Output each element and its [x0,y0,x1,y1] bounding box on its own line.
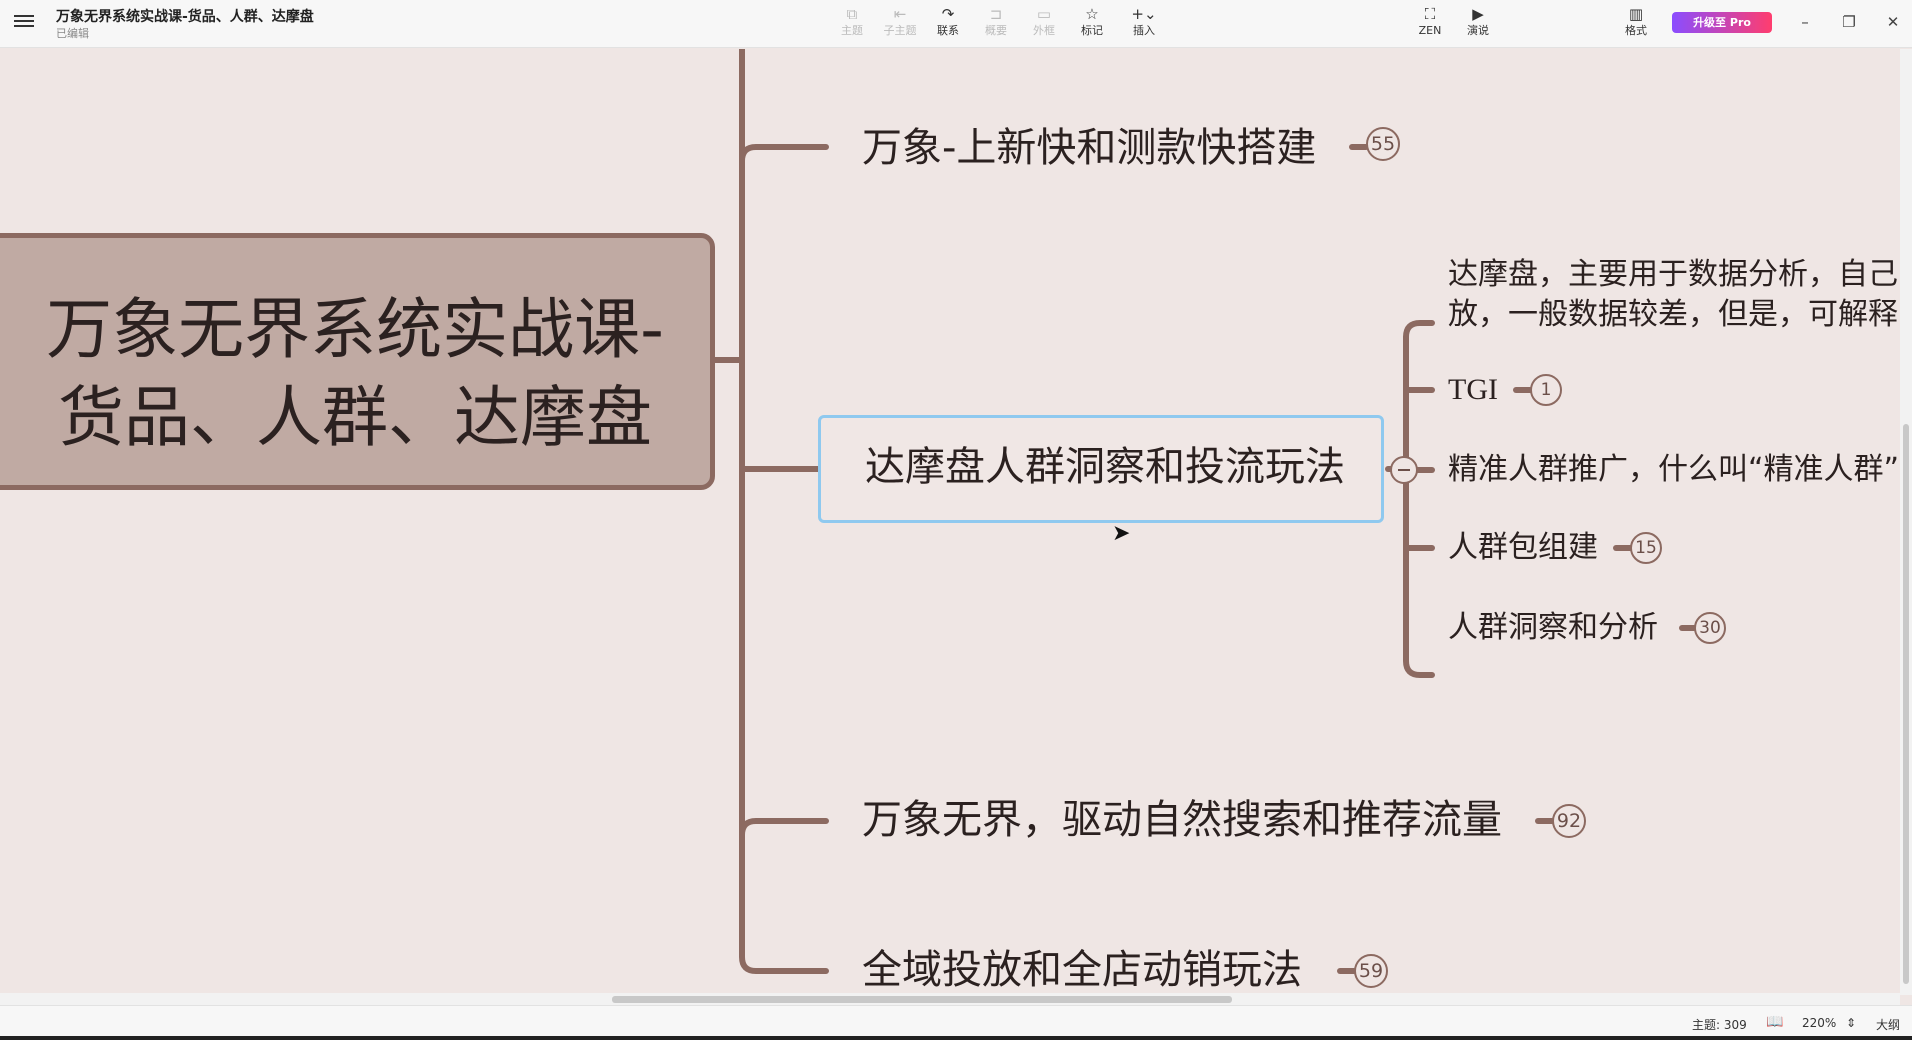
vertical-scrollbar[interactable] [1900,49,1912,995]
taskbar-edge [0,1036,1912,1040]
marker-button[interactable]: ☆ 标记 [1068,4,1116,42]
upgrade-pro-button[interactable]: 升级至 Pro [1672,12,1772,33]
topic-count: 主题: 309 [1692,1018,1747,1032]
summary-button[interactable]: ⊐ 概要 [972,4,1020,42]
subtopic-2[interactable]: TGI [1448,370,1498,410]
minimize-icon[interactable]: – [1790,10,1820,34]
zoom-level[interactable]: 220% [1802,1016,1836,1030]
topic-button[interactable]: ⧉ 主题 [828,4,876,42]
star-icon: ☆ [1085,5,1099,23]
boundary-button[interactable]: ▭ 外框 [1020,4,1068,42]
toolbar: 万象无界系统实战课-货品、人群、达摩盘 已编辑 ⧉ 主题 ⇤ 子主题 ↷ 联系 … [0,0,1912,48]
topic-4[interactable]: 全域投放和全店动销玩法 [862,945,1302,995]
collapsed-count-badge[interactable]: 30 [1694,612,1726,644]
scrollbar-thumb[interactable] [612,996,1232,1003]
subtopic-1-line1[interactable]: 达摩盘，主要用于数据分析，自己 [1448,255,1898,295]
subtopic-5[interactable]: 人群洞察和分析 [1448,608,1658,648]
subtopic-3[interactable]: 精准人群推广，什么叫“精准人群” [1448,450,1899,490]
collapsed-count-badge[interactable]: 92 [1552,804,1586,838]
summary-icon: ⊐ [989,5,1003,23]
subtopic-1-line2[interactable]: 放，一般数据较差，但是，可解释 [1448,295,1898,335]
sidebar-icon: ▥ [1628,5,1644,23]
topic-2: 达摩盘人群洞察和投流玩法 [865,444,1345,490]
document-status: 已编辑 [56,27,89,40]
present-button[interactable]: ▶ 演说 [1454,4,1502,42]
subtopic-button[interactable]: ⇤ 子主题 [876,4,924,42]
topic-icon: ⧉ [846,5,858,23]
collapsed-count-badge[interactable]: 55 [1366,127,1400,161]
collapse-icon[interactable] [1390,456,1418,484]
zen-button[interactable]: ⛶ ZEN [1406,4,1454,42]
selected-topic[interactable]: 达摩盘人群洞察和投流玩法 [818,415,1384,523]
close-icon[interactable]: ✕ [1878,10,1908,34]
format-button[interactable]: ▥ 格式 [1612,4,1660,42]
relationship-icon: ↷ [941,5,955,23]
root-topic[interactable]: 万象无界系统实战课- 货品、人群、达摩盘 [0,233,715,490]
scrollbar-thumb[interactable] [1903,424,1909,984]
topic-3[interactable]: 万象无界，驱动自然搜索和推荐流量 [862,795,1502,845]
collapsed-count-badge[interactable]: 1 [1530,374,1562,406]
topic-1[interactable]: 万象-上新快和测款快搭建 [862,123,1316,173]
insert-button[interactable]: +⌄ 插入 [1120,4,1168,42]
collapsed-count-badge[interactable]: 59 [1354,954,1388,988]
restore-icon[interactable]: ❐ [1834,10,1864,34]
fullscreen-icon: ⛶ [1424,5,1436,23]
mouse-pointer-icon: ➤ [1112,521,1131,546]
plus-icon: +⌄ [1131,5,1157,23]
relationship-button[interactable]: ↷ 联系 [924,4,972,42]
collapsed-count-badge[interactable]: 15 [1630,532,1662,564]
menu-icon[interactable] [14,12,34,32]
document-title: 万象无界系统实战课-货品、人群、达摩盘 [56,9,314,25]
subtopic-icon: ⇤ [893,5,907,23]
zoom-stepper-icon[interactable]: ⇕ [1846,1016,1856,1030]
book-icon[interactable]: 📖 [1766,1014,1783,1030]
outline-button[interactable]: 大纲 [1876,1016,1900,1033]
status-bar: 主题: 309 📖 220% ⇕ 大纲 [0,1005,1912,1040]
root-topic-text: 万象无界系统实战课- 货品、人群、达摩盘 [46,291,664,456]
subtopic-4[interactable]: 人群包组建 [1448,528,1598,568]
horizontal-scrollbar[interactable] [0,993,1900,1005]
boundary-icon: ▭ [1036,5,1052,23]
mindmap-canvas[interactable]: 万象无界系统实战课- 货品、人群、达摩盘 万象-上新快和测款快搭建 55 达摩盘人… [0,49,1900,995]
play-icon: ▶ [1472,5,1484,23]
